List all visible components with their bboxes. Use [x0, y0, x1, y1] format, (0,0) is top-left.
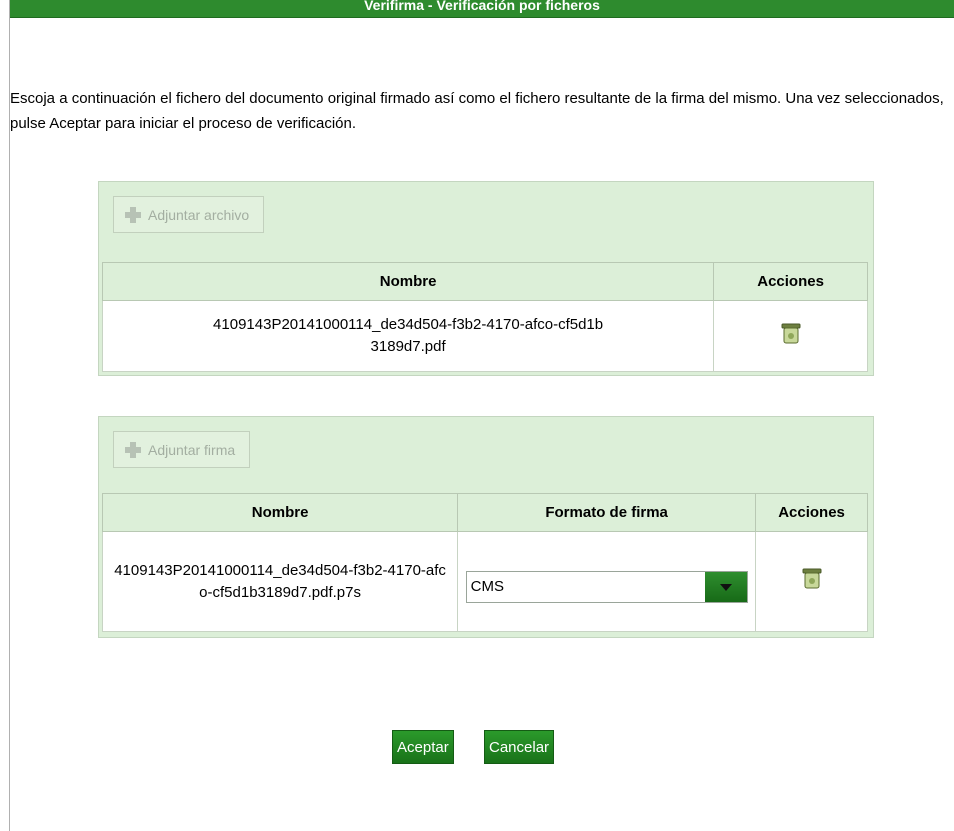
document-file-name: 4109143P20141000114_de34d504-f3b2-4170-a… — [101, 300, 715, 372]
attach-file-button[interactable]: Adjuntar archivo — [113, 196, 265, 233]
attach-signature-button[interactable]: Adjuntar firma — [113, 431, 251, 468]
column-name-header: Nombre — [101, 493, 459, 532]
trash-icon[interactable] — [781, 322, 801, 344]
signature-file-name-text: 4109143P20141000114_de34d504-f3b2-4170-a… — [114, 561, 446, 601]
signature-format-select[interactable]: CMS — [465, 571, 748, 603]
table-header-row: Nombre Acciones — [101, 262, 868, 301]
document-panel: Adjuntar archivo Nombre Acciones 4109143… — [98, 181, 874, 376]
document-actions-cell — [713, 300, 868, 372]
signature-file-name: 4109143P20141000114_de34d504-f3b2-4170-a… — [101, 531, 459, 632]
column-name-header: Nombre — [101, 262, 715, 301]
plus-icon — [124, 206, 142, 224]
table-row: 4109143P20141000114_de34d504-f3b2-4170-a… — [101, 531, 868, 632]
trash-icon[interactable] — [802, 567, 822, 589]
signature-table: Nombre Formato de firma Acciones 4109143… — [101, 493, 868, 632]
column-actions-header: Acciones — [755, 493, 868, 532]
signature-toolbar: Adjuntar firma — [99, 417, 873, 493]
document-toolbar: Adjuntar archivo — [99, 182, 873, 262]
column-actions-header: Acciones — [713, 262, 868, 301]
table-row: 4109143P20141000114_de34d504-f3b2-4170-a… — [101, 300, 868, 372]
document-table: Nombre Acciones 4109143P20141000114_de34… — [101, 262, 868, 372]
cancel-button[interactable]: Cancelar — [484, 730, 555, 764]
table-header-row: Nombre Formato de firma Acciones — [101, 493, 868, 532]
signature-panel: Adjuntar firma Nombre Formato de firma A… — [98, 416, 874, 638]
chevron-down-icon[interactable] — [704, 572, 747, 602]
accept-button[interactable]: Aceptar — [392, 730, 454, 764]
document-file-name-text: 4109143P20141000114_de34d504-f3b2-4170-a… — [213, 316, 604, 355]
intro-text: Escoja a continuación el fichero del doc… — [10, 90, 944, 132]
attach-signature-label: Adjuntar firma — [148, 441, 236, 458]
signature-actions-cell — [755, 531, 868, 632]
signature-format-cell: CMS — [457, 531, 757, 632]
page-title: Verifirma - Verificación por ficheros — [10, 0, 954, 18]
plus-icon — [124, 441, 142, 459]
signature-format-value: CMS — [470, 578, 504, 595]
attach-file-label: Adjuntar archivo — [148, 206, 250, 223]
column-format-header: Formato de firma — [457, 493, 757, 532]
